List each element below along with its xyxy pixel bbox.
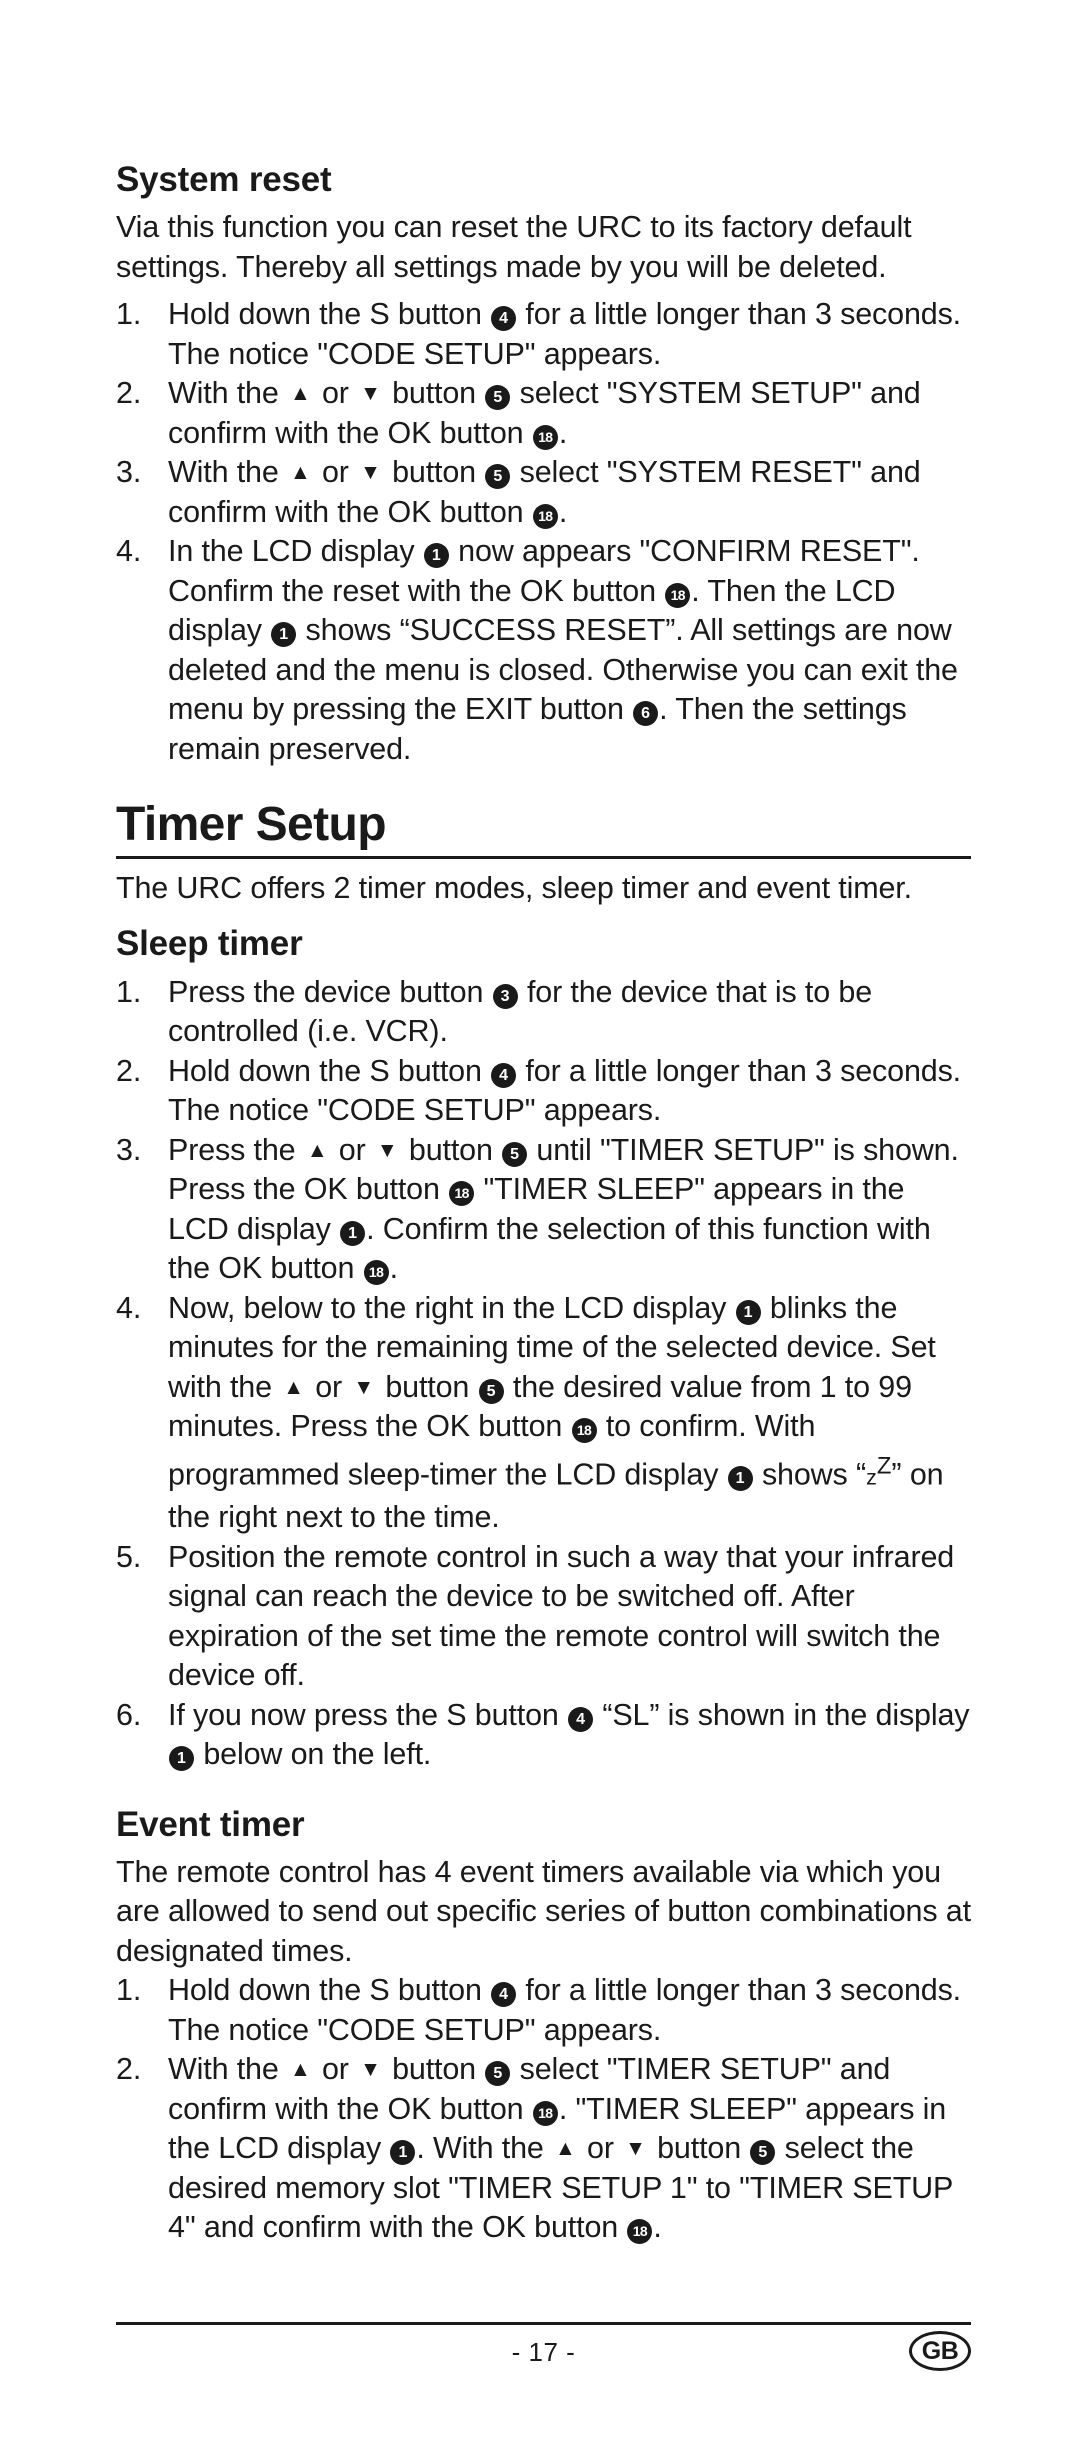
list-item: 1. Hold down the S button 4 for a little … xyxy=(116,297,962,371)
callout-badge-1: 1 xyxy=(169,1746,194,1772)
callout-badge-6: 6 xyxy=(633,701,659,727)
list-item: 2. With the ▲ or ▼ button 5 select "TIMER… xyxy=(116,2052,953,2245)
callout-badge-4: 4 xyxy=(491,1062,517,1088)
page-content: System reset Via this function you can r… xyxy=(116,160,971,2248)
heading-system-reset: System reset xyxy=(116,160,332,199)
footer-row: - 17 - GB xyxy=(116,2325,971,2381)
list-item-number: 2. xyxy=(116,2052,142,2087)
callout-badge-4: 4 xyxy=(491,1982,517,2008)
heading-event-timer: Event timer xyxy=(116,1804,305,1844)
list-item-number: 1. xyxy=(116,297,142,332)
up-arrow-icon: ▲ xyxy=(290,461,311,485)
callout-badge-18: 18 xyxy=(449,1181,475,1207)
list-item: 4. Now, below to the right in the LCD dis… xyxy=(116,1290,944,1535)
event-timer-intro: The remote control has 4 event timers av… xyxy=(116,1854,971,1968)
down-arrow-icon: ▼ xyxy=(353,1375,374,1399)
list-item: 4. In the LCD display 1 now appears "CONF… xyxy=(116,534,958,766)
callout-badge-18: 18 xyxy=(571,1418,597,1444)
list-item-number: 1. xyxy=(116,974,142,1009)
event-timer-steps: 1. Hold down the S button 4 for a little … xyxy=(116,1971,971,2248)
list-item: 2. Hold down the S button 4 for a little … xyxy=(116,1053,962,1128)
callout-badge-4: 4 xyxy=(491,306,517,332)
up-arrow-icon: ▲ xyxy=(306,1138,328,1162)
sleep-symbol: “zZ” xyxy=(855,1452,902,1492)
manual-page: System reset Via this function you can r… xyxy=(0,0,1080,2455)
callout-badge-4: 4 xyxy=(568,1706,594,1732)
list-item-number: 3. xyxy=(116,455,142,490)
callout-badge-1: 1 xyxy=(735,1299,761,1325)
list-item-number: 2. xyxy=(116,376,142,411)
list-item: 2. With the ▲ or ▼ button 5 select "SYSTE… xyxy=(116,376,921,450)
page-footer: - 17 - GB xyxy=(116,2322,971,2381)
list-item-number: 4. xyxy=(116,1290,142,1325)
up-arrow-icon: ▲ xyxy=(290,382,311,406)
callout-badge-18: 18 xyxy=(363,1260,389,1286)
list-item-number: 3. xyxy=(116,1132,142,1167)
callout-badge-5: 5 xyxy=(502,1141,528,1167)
callout-badge-5: 5 xyxy=(750,2140,776,2166)
callout-badge-5: 5 xyxy=(478,1378,504,1404)
system-reset-intro: Via this function you can reset the URC … xyxy=(116,210,912,284)
list-item: 5. Position the remote control in such a … xyxy=(116,1539,955,1693)
list-item-number: 5. xyxy=(116,1539,142,1574)
timer-setup-intro: The URC offers 2 timer modes, sleep time… xyxy=(116,870,912,905)
heading-timer-setup: Timer Setup xyxy=(116,798,387,852)
callout-badge-5: 5 xyxy=(485,2061,511,2087)
callout-badge-18: 18 xyxy=(665,582,691,608)
list-item: 3. Press the ▲ or ▼ button 5 until "TIMER… xyxy=(116,1132,959,1286)
heading-rule xyxy=(116,855,971,859)
callout-badge-18: 18 xyxy=(532,503,558,529)
down-arrow-icon: ▼ xyxy=(376,1138,398,1162)
callout-badge-1: 1 xyxy=(423,543,449,569)
list-item-number: 2. xyxy=(116,1053,142,1088)
callout-badge-18: 18 xyxy=(532,424,558,450)
callout-badge-1: 1 xyxy=(390,2140,416,2166)
list-item-number: 6. xyxy=(116,1697,142,1732)
page-number: - 17 - xyxy=(511,2337,576,2367)
list-item: 1. Hold down the S button 4 for a little … xyxy=(116,1973,962,2047)
list-item-number: 4. xyxy=(116,534,142,569)
callout-badge-18: 18 xyxy=(627,2219,653,2245)
down-arrow-icon: ▼ xyxy=(625,2137,646,2161)
sleep-timer-steps: 1. Press the device button 3 for the devi… xyxy=(116,973,971,1775)
callout-badge-5: 5 xyxy=(485,464,511,490)
heading-sleep-timer: Sleep timer xyxy=(116,924,303,964)
down-arrow-icon: ▼ xyxy=(360,382,381,406)
down-arrow-icon: ▼ xyxy=(360,461,381,485)
list-item: 6. If you now press the S button 4 “SL” i… xyxy=(116,1697,970,1772)
callout-badge-3: 3 xyxy=(492,983,518,1009)
callout-badge-18: 18 xyxy=(532,2100,558,2126)
up-arrow-icon: ▲ xyxy=(283,1375,304,1399)
up-arrow-icon: ▲ xyxy=(555,2137,576,2161)
region-badge-gb: GB xyxy=(909,2331,971,2371)
list-item: 1. Press the device button 3 for the devi… xyxy=(116,974,873,1049)
down-arrow-icon: ▼ xyxy=(360,2058,381,2082)
callout-badge-1: 1 xyxy=(340,1220,366,1246)
callout-badge-1: 1 xyxy=(271,622,297,648)
up-arrow-icon: ▲ xyxy=(290,2058,311,2082)
list-item-number: 1. xyxy=(116,1973,142,2008)
callout-badge-5: 5 xyxy=(485,385,511,411)
list-item: 3. With the ▲ or ▼ button 5 select "SYSTE… xyxy=(116,455,921,529)
system-reset-steps: 1. Hold down the S button 4 for a little … xyxy=(116,295,971,769)
callout-badge-1: 1 xyxy=(727,1466,753,1492)
